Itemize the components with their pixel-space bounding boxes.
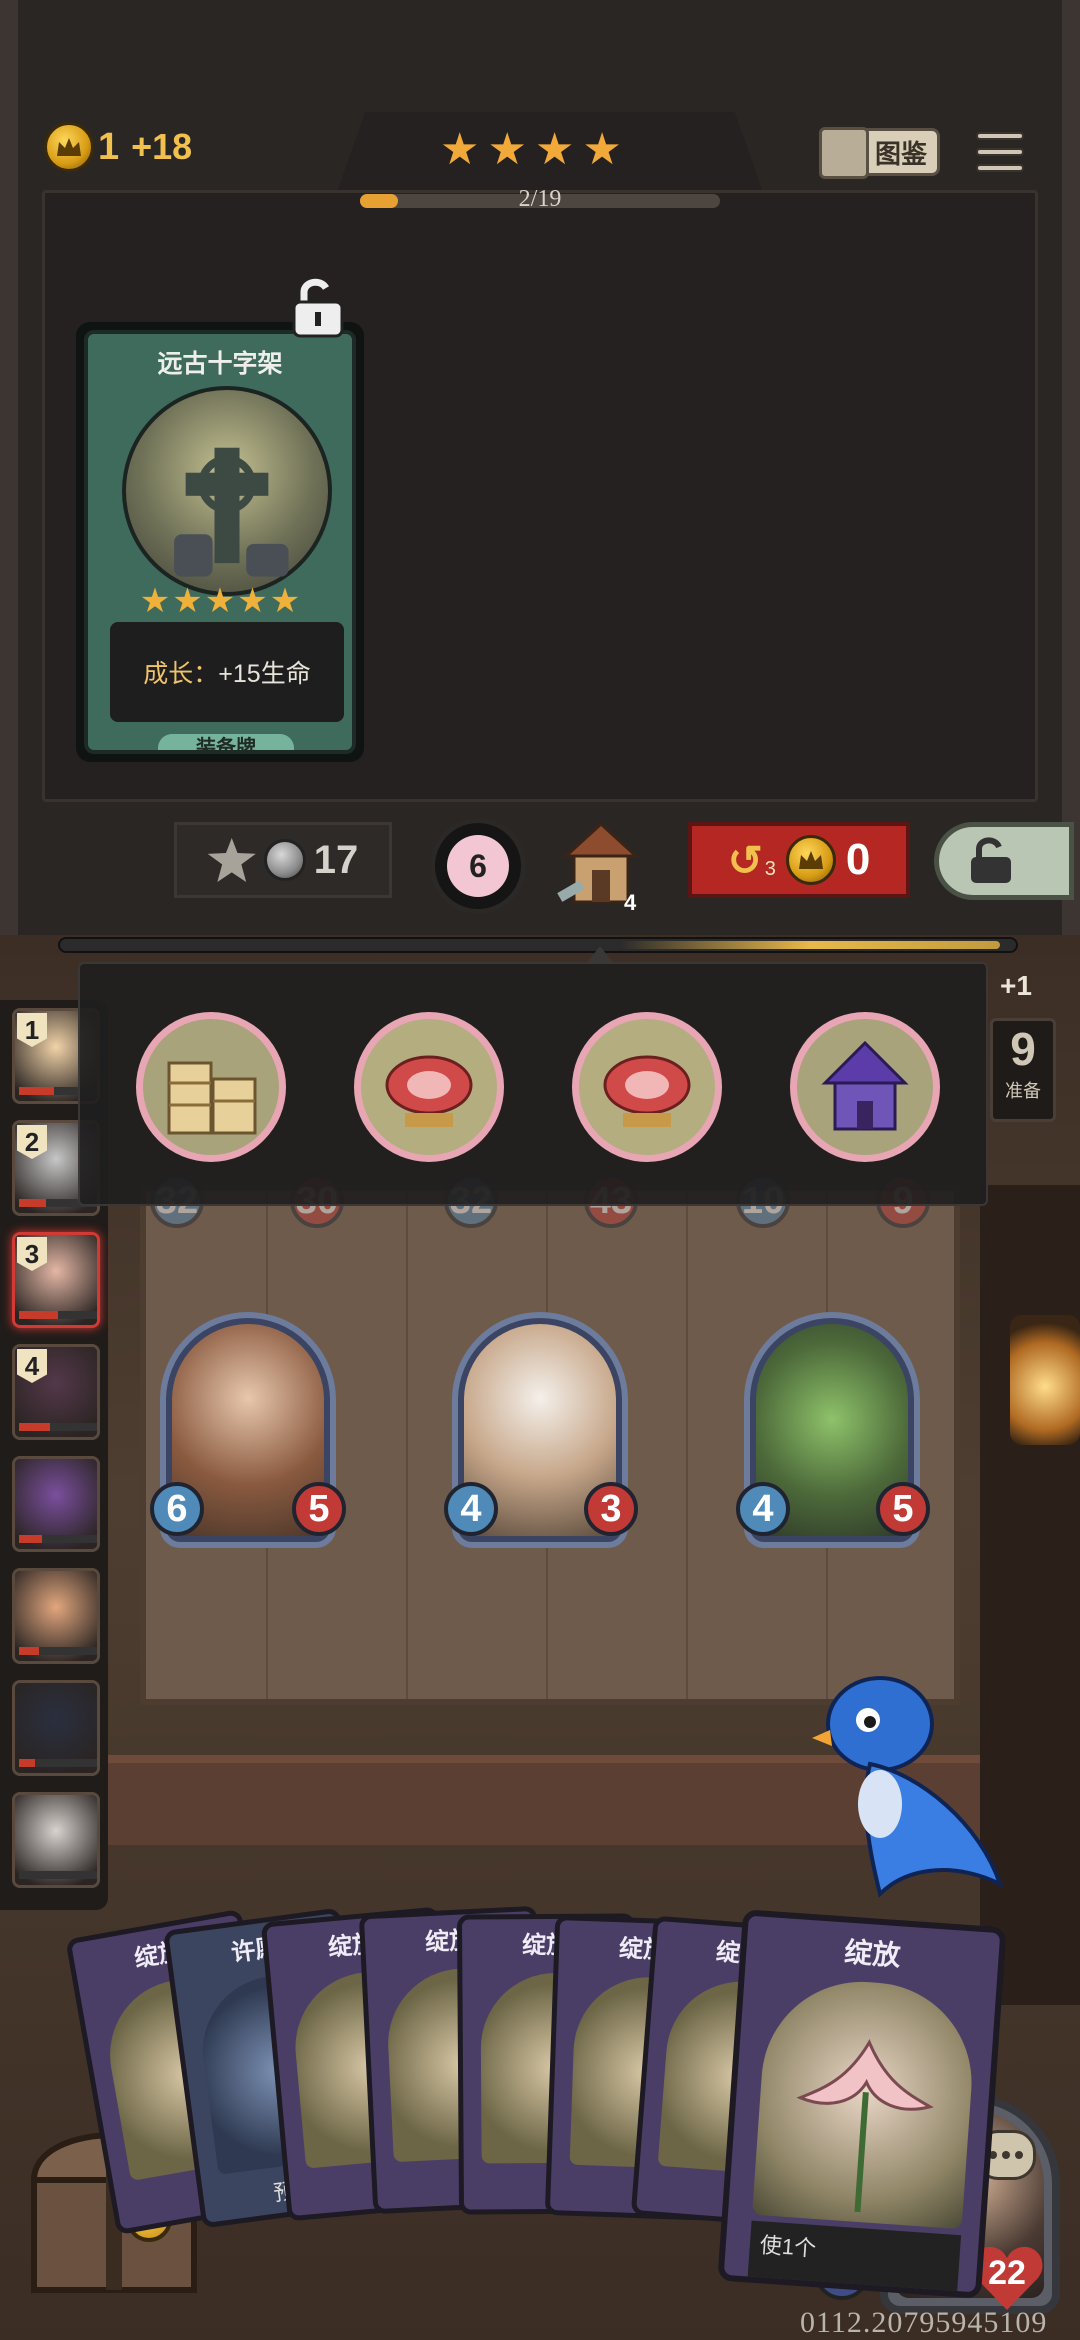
menu-bar — [976, 132, 1024, 140]
player-hp-bar — [19, 1423, 97, 1431]
turn-number: 6 — [447, 835, 509, 897]
player-hp-fill — [19, 1311, 58, 1319]
ready-counter: 9 准备 — [990, 1018, 1056, 1122]
player-avatar[interactable] — [12, 1568, 100, 1664]
relic-type-label: 装备牌 — [158, 734, 294, 750]
minion-attack: 4 — [444, 1482, 498, 1536]
star-icon: ★ — [487, 125, 527, 174]
discover-popup — [78, 962, 988, 1206]
lily-flower-art — [752, 1975, 979, 2230]
discover-badge: +1 — [1000, 970, 1032, 1001]
player-hp-bar — [19, 1871, 97, 1879]
player-avatar[interactable]: 4 — [12, 1344, 100, 1440]
star-icon: ★ — [269, 582, 301, 620]
unlock-icon — [971, 837, 1011, 883]
discover-option[interactable] — [354, 1012, 504, 1162]
player-hp-bar — [19, 1759, 97, 1767]
codex-label: 图鉴 — [874, 138, 927, 169]
star-icon: ★ — [237, 582, 268, 620]
menu-bar — [976, 148, 1024, 156]
gold-bonus: +18 — [131, 126, 193, 167]
timer-rail-glow — [620, 941, 1000, 949]
book-icon — [819, 127, 869, 179]
player-hp-fill — [19, 1199, 47, 1207]
floor-plank — [406, 1191, 408, 1699]
tavern-stars: ★ ★ ★ ★ — [440, 128, 622, 172]
silver-coin-icon — [263, 839, 306, 881]
relic-desc-sep: ： — [193, 660, 219, 688]
refresh-arrow-icon: ↺ — [727, 836, 763, 884]
witch-house-icon — [797, 1019, 933, 1155]
relic-stars: ★ ★ ★ ★ ★ — [88, 584, 352, 618]
player-hp-fill — [19, 1423, 51, 1431]
relic-description: 成长 ： +15生命 — [110, 622, 344, 722]
relic-desc-value: +15生命 — [218, 660, 311, 688]
menu-bar — [976, 164, 1024, 172]
relic-name: 远古十字架 — [157, 350, 283, 378]
unlock-icon[interactable] — [290, 276, 346, 338]
gold-display: 1 +18 — [44, 122, 192, 172]
lamp — [1010, 1315, 1080, 1445]
refresh-free-count: 3 — [764, 857, 776, 880]
player-hp-bar — [19, 1647, 97, 1655]
house-count: 4 — [624, 890, 637, 915]
blue-bird-mascot[interactable] — [810, 1664, 1010, 1904]
tavern-upgrade-button[interactable]: 17 — [174, 822, 392, 898]
player-hp-fill — [19, 1535, 43, 1543]
upgrade-cost: 17 — [313, 837, 359, 882]
minion-health: 3 — [584, 1482, 638, 1536]
ham-platter-icon — [361, 1019, 497, 1155]
star-icon: ★ — [582, 125, 622, 174]
player-avatar[interactable] — [12, 1792, 100, 1888]
player-hp-fill — [19, 1087, 55, 1095]
discover-option[interactable] — [790, 1012, 940, 1162]
relic-card-frame: 远古十字架 ★ ★ ★ ★ ★ 成长 ： +15生命 装备牌 — [84, 330, 356, 754]
freeze-button[interactable] — [934, 822, 1074, 900]
discover-option[interactable] — [572, 1012, 722, 1162]
ready-count: 9 — [1010, 1023, 1036, 1075]
star-icon: ★ — [172, 582, 203, 620]
discover-option[interactable] — [136, 1012, 286, 1162]
player-hp-bar — [19, 1535, 97, 1543]
player-hp-bar — [19, 1311, 97, 1319]
player-avatar[interactable] — [12, 1456, 100, 1552]
minion-health: 5 — [292, 1482, 346, 1536]
ready-label: 准备 — [1005, 1081, 1041, 1101]
hand-card-title: 绽放 — [843, 1936, 902, 1972]
sandwich-stack-icon — [143, 1019, 279, 1155]
hand-card-selected[interactable]: 绽放 使1个 — [717, 1909, 1007, 2299]
menu-button[interactable] — [976, 128, 1024, 176]
gold-value: 1 — [98, 125, 120, 168]
player-avatar[interactable]: 3 — [12, 1232, 100, 1328]
turn-timer: 6 — [430, 818, 526, 914]
relic-desc-key: 成长 — [143, 660, 194, 688]
minion-health: 5 — [876, 1482, 930, 1536]
minion-attack: 4 — [736, 1482, 790, 1536]
ham-platter-icon — [579, 1019, 715, 1155]
progress-label: 2/19 — [518, 186, 562, 212]
star-icon: ★ — [204, 582, 236, 620]
codex-button[interactable]: 图鉴 — [819, 127, 940, 179]
player-hp-fill — [19, 1647, 39, 1655]
hand-card-desc: 使1个 — [747, 2220, 962, 2296]
relic-card[interactable]: 远古十字架 ★ ★ ★ ★ ★ 成长 ： +15生命 装备牌 — [76, 322, 364, 762]
upgrade-star-icon — [207, 838, 256, 882]
star-icon: ★ — [534, 125, 575, 174]
player-avatar[interactable] — [12, 1680, 100, 1776]
timer-rail — [58, 937, 1018, 953]
star-icon: ★ — [139, 582, 171, 620]
progress-fill — [360, 194, 398, 208]
chat-dot — [1015, 2151, 1023, 2159]
minion-attack: 6 — [150, 1482, 204, 1536]
chat-dot — [1002, 2151, 1010, 2159]
floor-plank — [686, 1191, 688, 1699]
celtic-cross-art — [122, 386, 332, 596]
player-hp-fill — [19, 1759, 35, 1767]
star-icon: ★ — [440, 125, 480, 174]
crown-coin-icon — [44, 122, 94, 172]
refresh-cost: 0 — [845, 835, 871, 884]
crown-coin-icon — [785, 835, 836, 885]
build-id: 0112.20795945109 — [800, 2306, 1048, 2339]
refresh-button[interactable]: ↺ 3 0 — [688, 822, 910, 898]
